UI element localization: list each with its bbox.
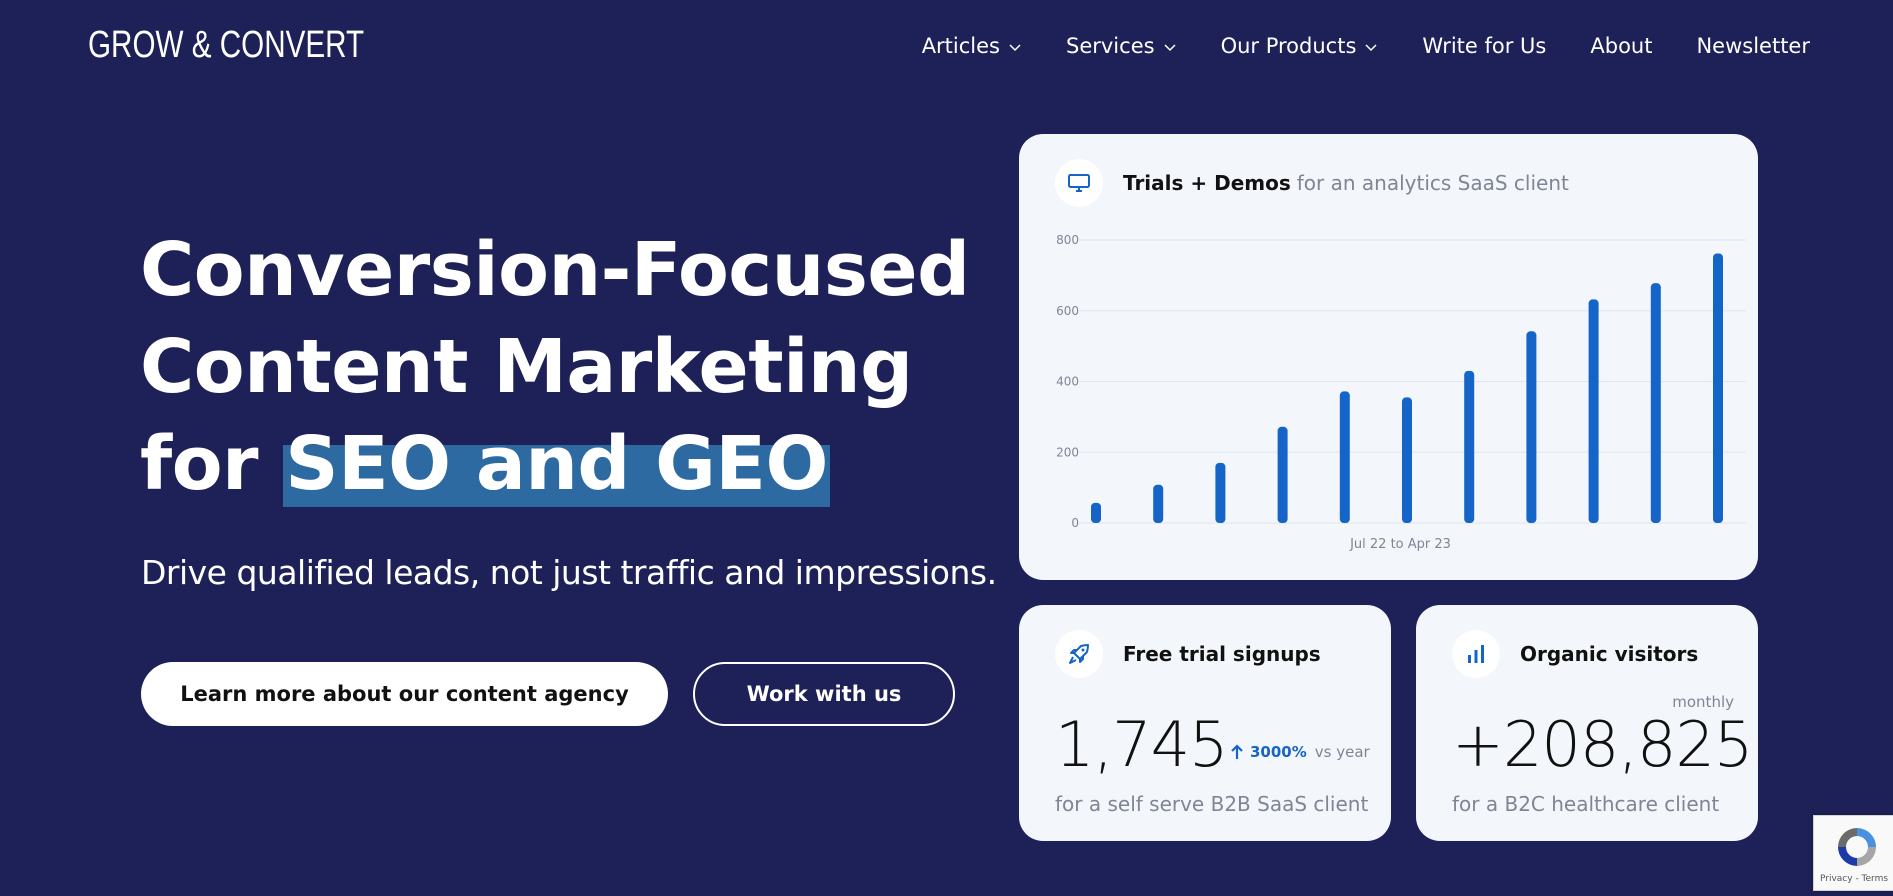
y-tick-label: 600 <box>1056 304 1079 318</box>
signups-value: 1,745 <box>1055 708 1228 781</box>
nav-item-label: Newsletter <box>1696 34 1810 58</box>
hero-title: Conversion-Focused Content Marketing for… <box>140 222 970 513</box>
nav-item-our-products[interactable]: Our Products <box>1221 34 1379 58</box>
hero-title-highlight: SEO and GEO <box>283 421 830 507</box>
visitors-title: Organic visitors <box>1520 642 1699 666</box>
trials-demos-card: Trials + Demos for an analytics SaaS clie… <box>1019 134 1758 580</box>
organic-visitors-card: Organic visitors monthly +208,825 for a … <box>1416 605 1758 841</box>
chevron-down-icon <box>1365 44 1377 52</box>
logo[interactable]: GROW & CONVERT <box>88 24 364 67</box>
work-with-us-button[interactable]: Work with us <box>693 662 955 726</box>
y-tick-label: 800 <box>1056 233 1079 247</box>
rocket-icon <box>1055 630 1103 678</box>
nav-item-articles[interactable]: Articles <box>922 34 1022 58</box>
recaptcha-badge[interactable]: Privacy - Terms <box>1813 815 1893 891</box>
nav-item-write-for-us[interactable]: Write for Us <box>1422 34 1546 58</box>
chart-bar <box>1277 426 1288 523</box>
nav-item-label: About <box>1590 34 1653 58</box>
visitors-value: +208,825 <box>1452 708 1753 781</box>
hero-title-prefix: for <box>140 421 284 507</box>
recaptcha-icon <box>1838 828 1876 866</box>
nav-item-label: Write for Us <box>1422 34 1547 58</box>
chart-bar <box>1526 331 1537 523</box>
signups-footer: for a self serve B2B SaaS client <box>1055 792 1369 816</box>
hero-title-line-3: for SEO and GEO <box>140 416 970 513</box>
bar-chart-icon <box>1452 630 1500 678</box>
nav-item-about[interactable]: About <box>1590 34 1652 58</box>
learn-more-button[interactable]: Learn more about our content agency <box>141 662 668 726</box>
signups-title: Free trial signups <box>1123 642 1321 666</box>
nav-item-label: Our Products <box>1220 34 1357 58</box>
chart-bar <box>1153 484 1164 523</box>
chart-bar <box>1650 283 1661 523</box>
nav-item-services[interactable]: Services <box>1066 34 1177 58</box>
y-tick-label: 400 <box>1056 375 1079 389</box>
visitors-footer: for a B2C healthcare client <box>1452 792 1720 816</box>
nav-item-newsletter[interactable]: Newsletter <box>1696 34 1810 58</box>
main-nav: Articles Services Our Products Write for… <box>878 34 1810 58</box>
chart-bar <box>1464 370 1475 523</box>
arrow-up-icon <box>1231 744 1243 759</box>
signups-growth-pct: 3000% <box>1250 743 1307 761</box>
chart-bar <box>1713 253 1723 523</box>
chevron-down-icon <box>1009 44 1021 52</box>
y-tick-label: 0 <box>1071 516 1079 530</box>
chevron-down-icon <box>1164 44 1176 52</box>
chart-bar <box>1588 299 1599 523</box>
chart-bar <box>1339 391 1350 523</box>
x-axis-label: Jul 22 to Apr 23 <box>1349 537 1451 552</box>
free-trial-signups-card: Free trial signups 1,745 3000% vs year f… <box>1019 605 1391 841</box>
chart-bar <box>1091 502 1101 523</box>
hero-subtitle: Drive qualified leads, not just traffic … <box>141 553 997 592</box>
signups-growth-vs: vs year <box>1314 743 1370 761</box>
nav-item-label: Services <box>1066 34 1155 58</box>
chart-bar <box>1402 397 1412 523</box>
trials-demos-chart: 0 200 400 600 800 Jul 22 to Apr 23 <box>1056 233 1746 552</box>
chart-bar <box>1215 462 1226 523</box>
y-tick-label: 200 <box>1056 445 1079 459</box>
signups-growth: 3000% vs year <box>1230 743 1370 761</box>
nav-item-label: Articles <box>921 34 1000 58</box>
hero-title-line-2: Content Marketing <box>140 324 913 410</box>
hero-title-line-1: Conversion-Focused <box>140 227 970 313</box>
recaptcha-privacy-terms[interactable]: Privacy - Terms <box>1820 874 1888 884</box>
